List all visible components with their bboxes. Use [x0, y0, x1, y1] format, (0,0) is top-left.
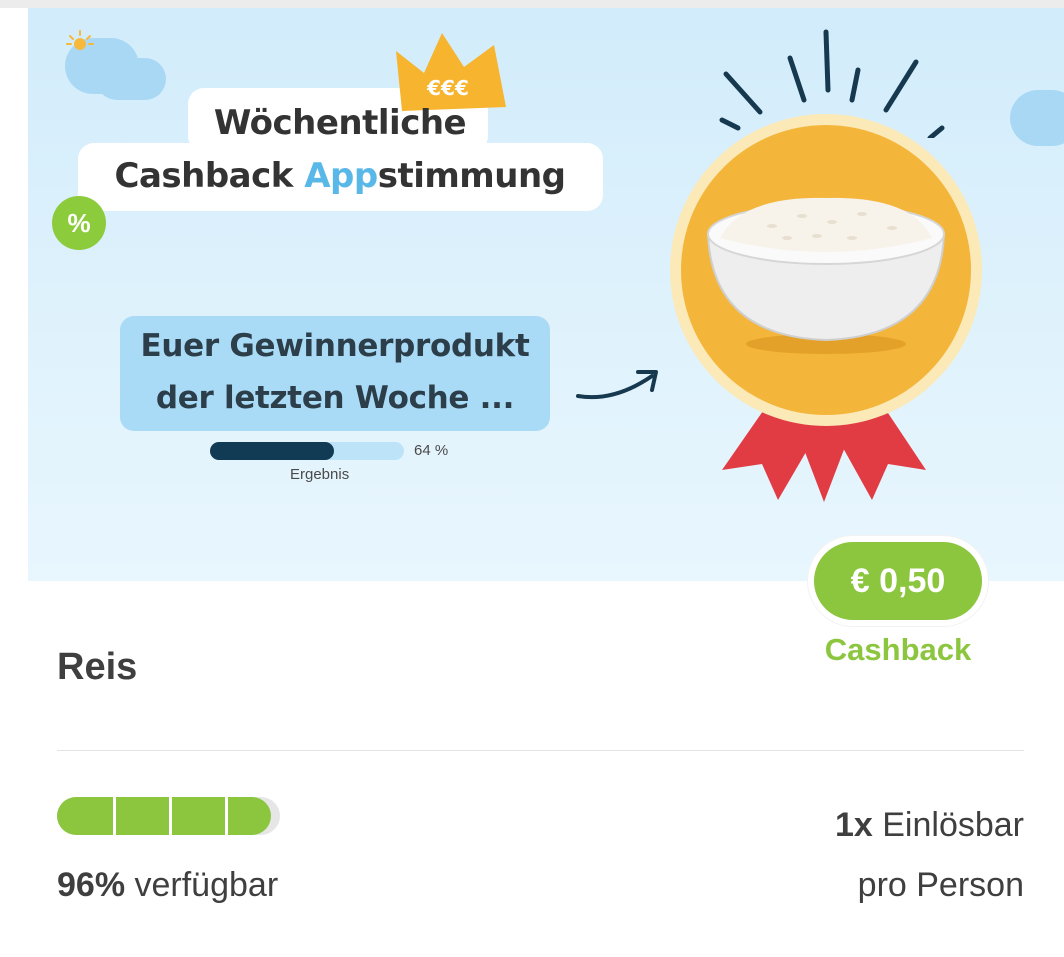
availability-segment-divider — [225, 797, 228, 835]
cloud-icon — [96, 58, 166, 100]
cashback-label: Cashback — [824, 632, 972, 667]
product-banner: €€€ Wöchentliche Cashback Appstimmung % … — [28, 8, 1064, 581]
crown-euro-text: €€€ — [426, 76, 469, 100]
cashback-amount-badge: € 0,50 — [808, 536, 988, 626]
banner-title-line1: Wöchentliche — [213, 103, 467, 143]
sun-icon — [66, 30, 94, 50]
availability-segment-divider — [169, 797, 172, 835]
availability-text: 96% verfügbar — [57, 866, 279, 904]
winner-line1: Euer Gewinnerprodukt — [140, 328, 530, 364]
availability-segment-divider — [113, 797, 116, 835]
percent-badge-icon: % — [52, 196, 106, 250]
arrow-icon — [576, 370, 658, 400]
cloud-icon — [1010, 90, 1064, 146]
result-percent: 64 % — [414, 442, 449, 459]
winner-line2: der letzten Woche ... — [155, 380, 515, 416]
availability-progress-bar — [57, 797, 280, 835]
result-label: Ergebnis — [290, 466, 350, 483]
divider — [57, 750, 1024, 751]
top-strip — [0, 0, 1064, 8]
redeem-limit: 1x Einlösbar — [834, 806, 1024, 844]
rice-bowl-image — [706, 197, 946, 354]
result-progress-bar — [210, 442, 404, 460]
product-title: Reis — [57, 646, 138, 688]
result-progress-fill — [210, 442, 335, 460]
crown-icon: €€€ — [396, 33, 506, 111]
banner-title-line2: Cashback Appstimmung — [114, 156, 566, 196]
redeem-per-person: pro Person — [857, 866, 1024, 904]
availability-fill — [57, 797, 271, 835]
